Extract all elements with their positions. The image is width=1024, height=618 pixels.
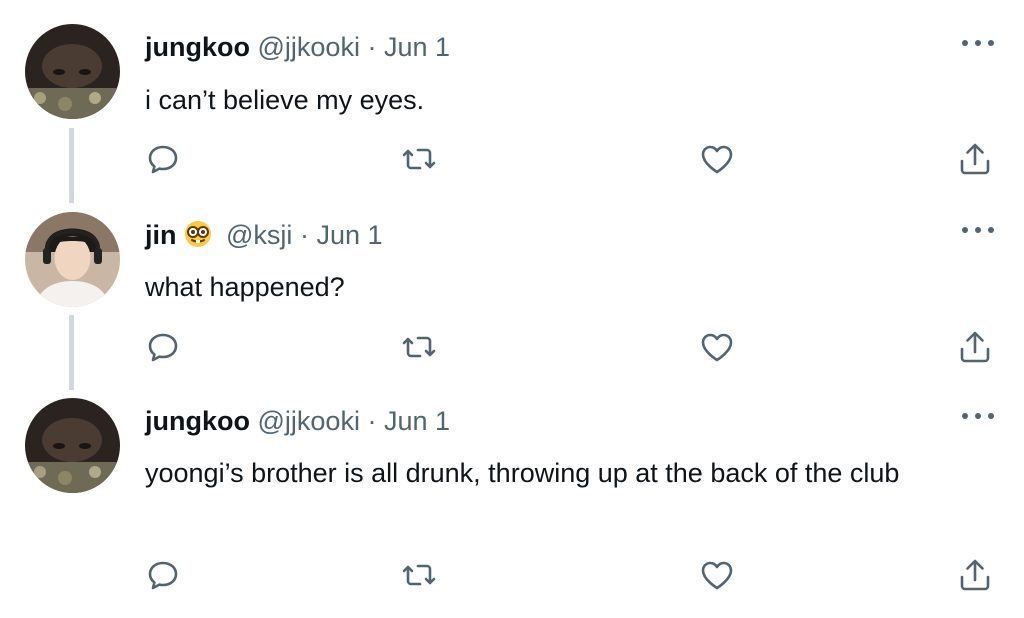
avatar[interactable] [25,212,120,307]
tweet-date[interactable]: Jun 1 [384,32,450,62]
avatar[interactable] [25,398,120,493]
heart-icon[interactable] [697,555,737,595]
more-icon[interactable] [962,223,996,237]
tweet-text: i can’t believe my eyes. [145,85,425,115]
user-handle[interactable]: @jjkooki [258,406,360,436]
share-icon[interactable] [955,555,995,595]
tweet-text: yoongi’s brother is all drunk, throwing … [145,458,900,488]
reply-icon[interactable] [143,327,183,367]
separator-dot: · [299,220,309,250]
tweet-date[interactable]: Jun 1 [316,220,382,250]
share-icon[interactable] [955,327,995,367]
more-icon[interactable] [962,409,996,423]
tweet-actions [0,139,1024,179]
display-name[interactable]: jin [145,220,177,250]
retweet-icon[interactable] [399,555,439,595]
tweet-header: jin @ksji · Jun 1 [145,219,383,256]
display-name[interactable]: jungkoo [145,406,250,436]
avatar-image [25,398,120,493]
tweet-actions [0,327,1024,367]
tweet-text: what happened? [145,272,345,302]
tweet-header: jungkoo @jjkooki · Jun 1 [145,31,450,63]
display-name[interactable]: jungkoo [145,32,250,62]
nerd-face-emoji [183,219,213,256]
user-handle[interactable]: @ksji [226,220,292,250]
more-icon[interactable] [962,36,996,50]
tweet-date[interactable]: Jun 1 [384,406,450,436]
tweet-actions [0,555,1024,595]
heart-icon[interactable] [697,139,737,179]
avatar[interactable] [25,24,120,119]
retweet-icon[interactable] [399,327,439,367]
user-handle[interactable]: @jjkooki [258,32,360,62]
separator-dot: · [367,32,377,62]
separator-dot: · [367,406,377,436]
avatar-image [25,212,120,307]
share-icon[interactable] [955,139,995,179]
tweet-header: jungkoo @jjkooki · Jun 1 [145,405,450,437]
reply-icon[interactable] [143,555,183,595]
heart-icon[interactable] [697,327,737,367]
reply-icon[interactable] [143,139,183,179]
retweet-icon[interactable] [399,139,439,179]
avatar-image [25,24,120,119]
